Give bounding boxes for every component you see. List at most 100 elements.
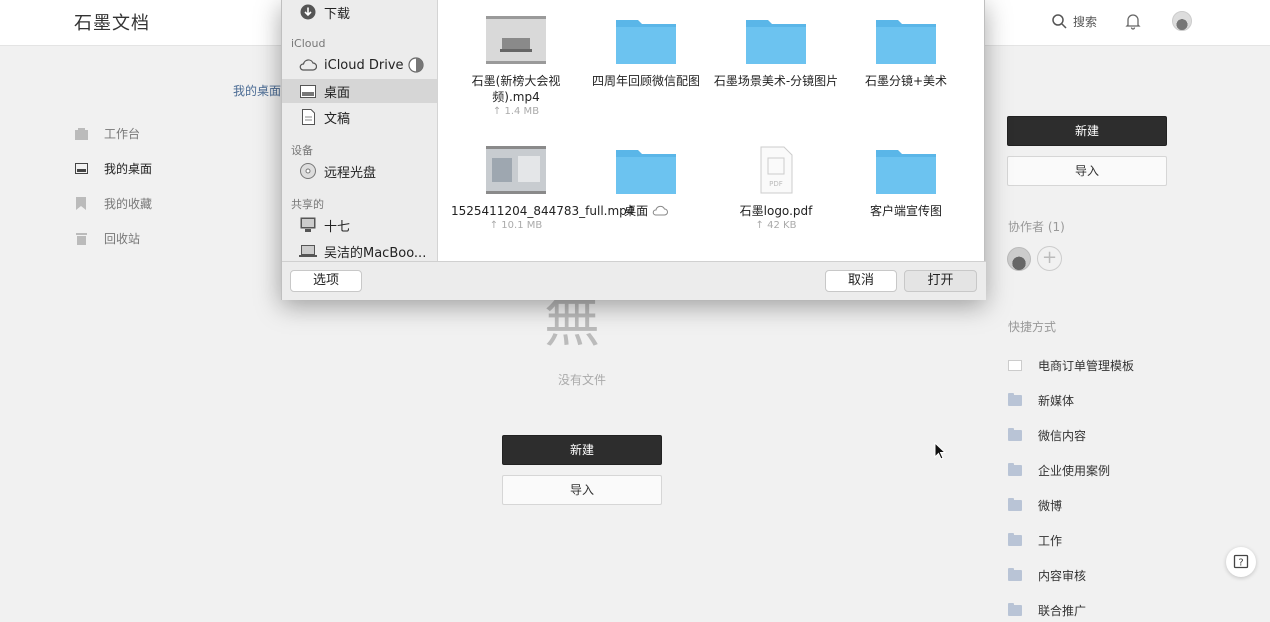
sidebar-item-trash[interactable]: 回收站	[74, 221, 152, 256]
desktop-icon	[74, 162, 88, 176]
shortcut-item[interactable]: 新媒体	[1008, 383, 1134, 418]
dialog-footer: 选项 取消 打开	[282, 261, 986, 300]
search-icon	[1052, 14, 1067, 29]
file-size: ↑ 10.1 MB	[489, 220, 543, 231]
app-logo[interactable]: 石墨文档	[74, 9, 150, 35]
shortcut-item[interactable]: 企业使用案例	[1008, 453, 1134, 488]
shortcut-item[interactable]: 联合推广	[1008, 593, 1134, 622]
workbench-icon	[74, 127, 88, 141]
shortcut-label: 微博	[1038, 499, 1063, 513]
sidebar-shared-macbook[interactable]: 吴洁的MacBoo...	[282, 239, 437, 261]
sidebar-item-label: 吴洁的MacBoo...	[324, 245, 427, 261]
folder-icon	[1008, 533, 1022, 546]
file-item[interactable]: 客户端宣传图	[841, 146, 971, 219]
sidebar-section-icloud: iCloud	[291, 37, 326, 50]
file-name: 石墨logo.pdf	[739, 204, 813, 218]
sidebar-documents[interactable]: 文稿	[282, 105, 437, 129]
open-button[interactable]: 打开	[904, 270, 977, 292]
user-avatar[interactable]	[1172, 11, 1192, 31]
collaborators-label: 协作者 (1)	[1008, 220, 1065, 234]
shortcut-item[interactable]: 微信内容	[1008, 418, 1134, 453]
folder-icon	[746, 20, 806, 64]
mouse-cursor-icon	[934, 442, 946, 460]
bell-icon[interactable]	[1124, 12, 1142, 30]
breadcrumb[interactable]: 我的桌面	[233, 82, 281, 99]
folder-icon	[616, 20, 676, 64]
empty-state-text: 没有文件	[558, 373, 607, 387]
folder-icon	[1008, 463, 1022, 476]
file-name: 石墨(新榜大会视频).mp4	[471, 74, 561, 104]
sidebar-shared-computer[interactable]: 十七	[282, 213, 437, 237]
search-button[interactable]: 搜索	[1052, 13, 1097, 30]
sidebar-downloads[interactable]: 下载	[282, 0, 437, 24]
collaborator-avatar[interactable]	[1007, 247, 1031, 271]
sidebar-icloud-drive[interactable]: iCloud Drive	[282, 53, 437, 77]
file-item[interactable]: 石墨场景美术-分镜图片	[711, 16, 841, 89]
import-button[interactable]: 导入	[502, 475, 662, 505]
sidebar-remote-disc[interactable]: 远程光盘	[282, 159, 437, 183]
sidebar-item-label: 文稿	[324, 111, 351, 127]
video-thumbnail-icon	[486, 146, 546, 194]
sidebar-item-label: iCloud Drive	[324, 57, 404, 73]
shortcuts-label: 快捷方式	[1008, 320, 1057, 334]
file-item[interactable]: 石墨(新榜大会视频).mp4 ↑ 1.4 MB	[451, 16, 581, 117]
dialog-sidebar: 下载 iCloud iCloud Drive 桌面 文稿 设备 远程光盘 共享的…	[282, 0, 438, 261]
sidebar-item-label: 我的桌面	[104, 162, 153, 176]
file-size: ↑ 42 KB	[755, 220, 797, 231]
folder-icon	[1008, 568, 1022, 581]
document-icon	[299, 109, 317, 125]
sidebar-item-label: 下载	[324, 6, 351, 22]
file-item[interactable]: 石墨分镜+美术	[841, 16, 971, 89]
folder-icon	[616, 150, 676, 194]
panel-new-button[interactable]: 新建	[1007, 116, 1167, 146]
desktop-folder-icon	[299, 83, 317, 99]
file-item[interactable]: 1525411204_844783_full.mp4 ↑ 10.1 MB	[451, 146, 635, 231]
shortcut-label: 工作	[1038, 534, 1063, 548]
cloud-icon	[299, 57, 317, 73]
help-button[interactable]: ?	[1226, 547, 1256, 577]
folder-icon	[1008, 393, 1022, 406]
file-item[interactable]: 桌面	[581, 146, 711, 219]
file-name: 1525411204_844783_full.mp4	[451, 204, 635, 218]
sidebar-item-label: 回收站	[104, 232, 141, 246]
folder-icon	[876, 20, 936, 64]
monitor-icon	[299, 217, 317, 233]
add-collaborator-button[interactable]: +	[1037, 246, 1062, 271]
file-name: 石墨场景美术-分镜图片	[713, 74, 839, 88]
sidebar-item-favorites[interactable]: 我的收藏	[74, 186, 152, 221]
bookmark-icon	[74, 197, 88, 211]
shortcut-label: 企业使用案例	[1038, 464, 1111, 478]
options-button[interactable]: 选项	[290, 270, 362, 292]
shortcut-list: 电商订单管理模板 新媒体 微信内容 企业使用案例 微博 工作 内容审核 联合推广	[1008, 348, 1134, 622]
sidebar-section-shared: 共享的	[291, 198, 324, 211]
file-name: 石墨分镜+美术	[864, 74, 948, 88]
sidebar-desktop[interactable]: 桌面	[282, 79, 437, 103]
shortcut-item[interactable]: 工作	[1008, 523, 1134, 558]
new-button[interactable]: 新建	[502, 435, 662, 465]
sidebar-item-my-desktop[interactable]: 我的桌面	[74, 151, 152, 186]
shortcut-item[interactable]: 微博	[1008, 488, 1134, 523]
file-item[interactable]: PDF 石墨logo.pdf ↑ 42 KB	[711, 146, 841, 231]
sidebar-item-label: 十七	[324, 219, 351, 235]
disc-icon	[299, 163, 317, 179]
shortcut-item[interactable]: 电商订单管理模板	[1008, 348, 1134, 383]
sidebar-item-workbench[interactable]: 工作台	[74, 116, 152, 151]
file-item[interactable]: 四周年回顾微信配图	[581, 16, 711, 89]
shortcut-label: 新媒体	[1038, 394, 1075, 408]
sidebar-item-label: 桌面	[324, 85, 351, 101]
document-icon	[1008, 360, 1022, 371]
cancel-button[interactable]: 取消	[825, 270, 897, 292]
panel-import-button[interactable]: 导入	[1007, 156, 1167, 186]
shortcut-item[interactable]: 内容审核	[1008, 558, 1134, 593]
trash-icon	[74, 232, 88, 246]
file-name: 四周年回顾微信配图	[591, 74, 700, 88]
search-label: 搜索	[1073, 15, 1098, 29]
svg-text:PDF: PDF	[769, 180, 783, 188]
laptop-icon	[299, 243, 317, 259]
cloud-icon	[652, 205, 668, 216]
loading-pie-icon	[408, 57, 424, 73]
file-open-dialog: 下载 iCloud iCloud Drive 桌面 文稿 设备 远程光盘 共享的…	[281, 0, 986, 300]
shortcut-label: 电商订单管理模板	[1038, 359, 1135, 373]
folder-icon	[1008, 498, 1022, 511]
sidebar-item-label: 工作台	[104, 127, 141, 141]
